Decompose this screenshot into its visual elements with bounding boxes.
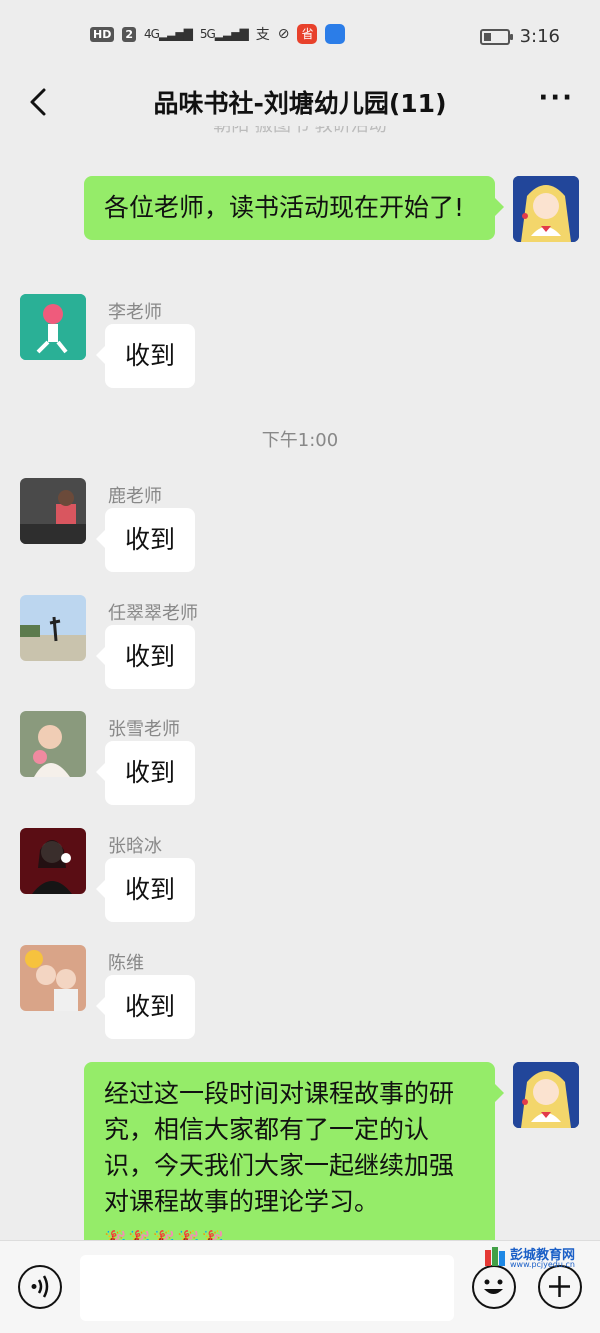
- battery-icon: [479, 28, 513, 45]
- incoming-message-bubble[interactable]: 收到: [95, 975, 196, 1039]
- message-row: 张晗冰 收到: [0, 828, 600, 928]
- sender-avatar[interactable]: [20, 828, 86, 894]
- incoming-message-bubble[interactable]: 收到: [95, 324, 196, 388]
- hd-badge: HD: [90, 26, 115, 42]
- sender-avatar[interactable]: [20, 595, 86, 661]
- voice-icon: [31, 1275, 49, 1298]
- clock: 3:16: [519, 26, 560, 47]
- portrait-avatar-icon: [20, 828, 86, 894]
- chat-title: 品味书社-刘塘幼儿园(11): [153, 89, 447, 118]
- signal-4g-icon: 4G▂▃▅▇: [144, 27, 193, 41]
- portrait-avatar-icon: [20, 711, 86, 777]
- landscape-avatar-icon: [20, 595, 86, 661]
- smiley-icon: [484, 1279, 503, 1294]
- weather-app-icon: [325, 24, 346, 44]
- message-row: 李老师 收到: [0, 294, 600, 394]
- voice-input-button[interactable]: [18, 1265, 62, 1309]
- incoming-message-bubble[interactable]: 收到: [95, 625, 196, 689]
- more-options-icon[interactable]: ···: [538, 85, 574, 111]
- compass-icon: ⊘: [277, 26, 290, 42]
- status-icons-left: HD 2 4G▂▃▅▇ 5G▂▃▅▇ 支 ⊘ 省: [90, 24, 346, 44]
- message-row: 张雪老师 收到: [0, 711, 600, 811]
- books-logo-icon: [485, 1247, 505, 1266]
- children-photo-avatar-icon: [20, 945, 86, 1011]
- sender-name: 陈维: [108, 953, 144, 974]
- sender-name: 李老师: [108, 302, 162, 323]
- message-row: 经过这一段时间对课程故事的研究，相信大家都有了一定的认识，今天我们大家一起继续加…: [0, 1062, 600, 1240]
- outgoing-message-bubble[interactable]: 各位老师，读书活动现在开始了!: [84, 176, 504, 240]
- plus-icon: [549, 1276, 570, 1297]
- status-icons-right: 3:16: [479, 26, 560, 47]
- sender-avatar[interactable]: [20, 478, 86, 544]
- party-emoji-row: 🎉🎉🎉🎉🎉: [104, 1230, 226, 1240]
- incoming-message-bubble[interactable]: 收到: [95, 508, 196, 572]
- sender-name: 张雪老师: [108, 719, 180, 740]
- sender-name: 鹿老师: [108, 486, 162, 507]
- message-input[interactable]: [80, 1255, 454, 1321]
- watermark-url: www.pcjyedu.cn: [510, 1260, 575, 1269]
- signal-5g-icon: 5G▂▃▅▇: [199, 27, 249, 41]
- cartoon-girl-avatar-icon: [20, 294, 86, 360]
- battery-level: [483, 32, 491, 41]
- message-row: 任翠翠老师 收到: [0, 595, 600, 695]
- incoming-message-bubble[interactable]: 收到: [95, 858, 196, 922]
- incoming-message-bubble[interactable]: 收到: [95, 741, 196, 805]
- truncated-system-text: 朝阳 搬图书 教研活动: [0, 126, 600, 146]
- sender-name: 任翠翠老师: [108, 603, 198, 624]
- status-bar: HD 2 4G▂▃▅▇ 5G▂▃▅▇ 支 ⊘ 省 3:16: [0, 0, 600, 76]
- my-avatar[interactable]: [513, 176, 579, 242]
- site-watermark: 彭城教育网 www.pcjyedu.cn: [484, 1244, 590, 1272]
- message-row: 陈维 收到: [0, 945, 600, 1045]
- timestamp: 下午1:00: [261, 430, 339, 451]
- sender-avatar[interactable]: [20, 945, 86, 1011]
- hd-badge-num: 2: [122, 26, 136, 42]
- message-row: 各位老师，读书活动现在开始了!: [0, 176, 600, 276]
- photo-avatar-icon: [20, 478, 86, 544]
- alipay-icon: 支: [255, 27, 270, 43]
- anime-girl-avatar-icon: [513, 176, 579, 242]
- chat-header: 品味书社-刘塘幼儿园(11) ···: [0, 76, 600, 130]
- anime-girl-avatar-icon: [513, 1062, 579, 1128]
- message-row: 鹿老师 收到: [0, 478, 600, 578]
- sender-name: 张晗冰: [108, 836, 162, 857]
- my-avatar[interactable]: [513, 1062, 579, 1128]
- sender-avatar[interactable]: [20, 711, 86, 777]
- shopping-app-icon: 省: [297, 24, 318, 44]
- sender-avatar[interactable]: [20, 294, 86, 360]
- outgoing-message-bubble[interactable]: 经过这一段时间对课程故事的研究，相信大家都有了一定的认识，今天我们大家一起继续加…: [84, 1062, 504, 1240]
